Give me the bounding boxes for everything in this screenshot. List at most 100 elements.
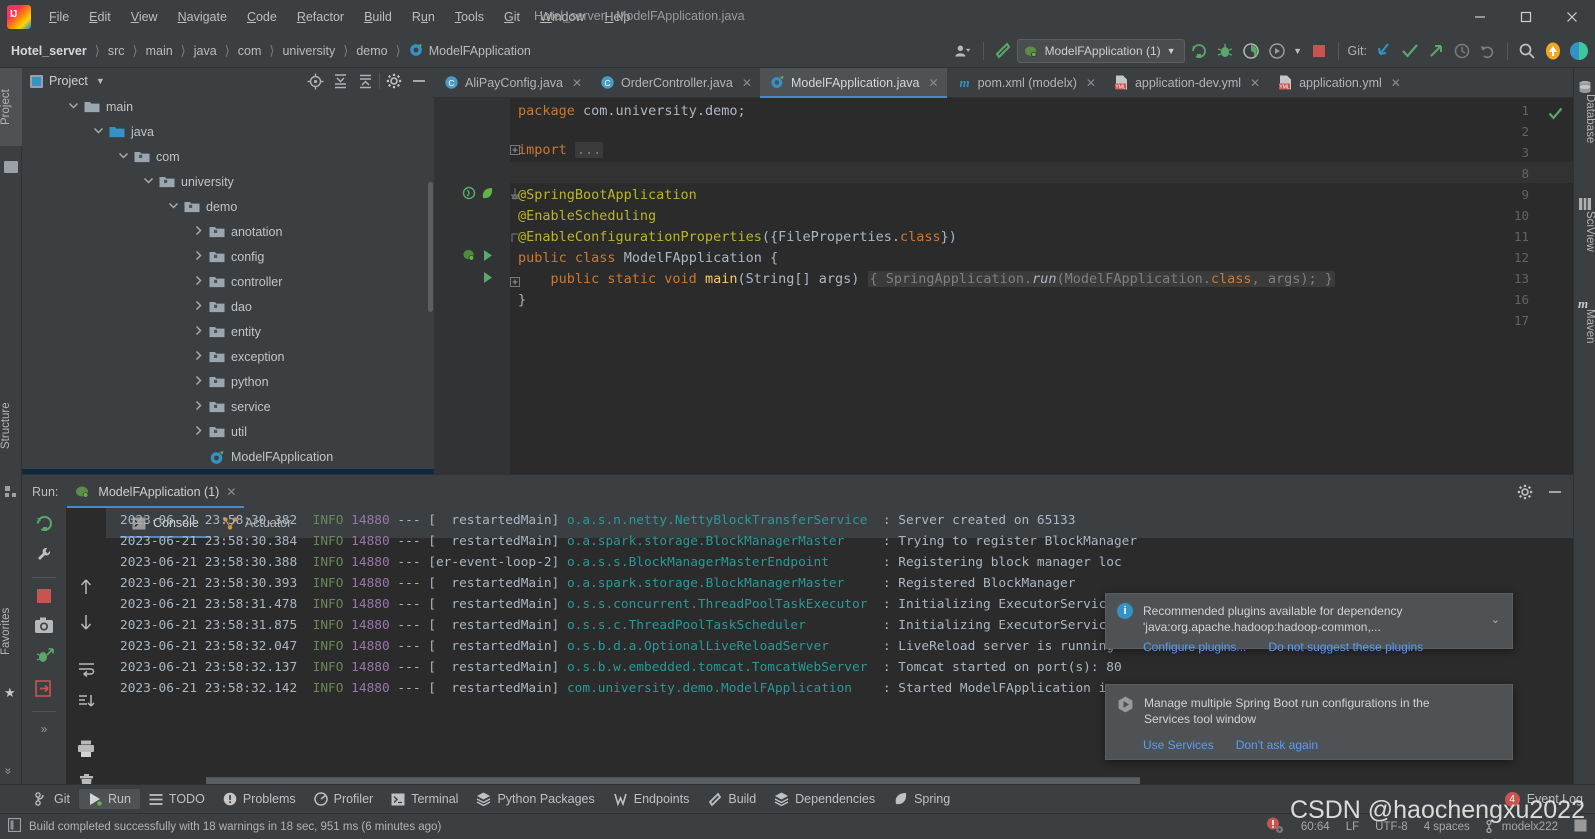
menu-navigate[interactable]: Navigate [168, 6, 237, 28]
line-separator[interactable]: LF [1346, 821, 1359, 833]
rerun-icon[interactable] [35, 514, 54, 536]
spring-bean-gutter-icon[interactable] [462, 186, 476, 204]
tree-node-demo[interactable]: demo [22, 194, 434, 219]
tree-toggle-icon[interactable] [193, 350, 206, 363]
stop-icon[interactable] [36, 588, 52, 607]
scroll-up-icon[interactable] [78, 578, 94, 599]
notification-services[interactable]: Manage multiple Spring Boot run configur… [1105, 684, 1513, 760]
scroll-from-source-icon[interactable] [304, 70, 326, 92]
gear-icon[interactable] [1513, 480, 1537, 504]
spring-config-gutter-icon[interactable] [462, 248, 477, 267]
spring-leaf-gutter-icon[interactable] [480, 186, 495, 205]
menu-run[interactable]: Run [402, 6, 445, 28]
close-icon[interactable]: ✕ [572, 76, 582, 90]
breadcrumb-item-project[interactable]: Hotel_server [8, 42, 90, 60]
tool-window-structure[interactable]: Structure [0, 383, 22, 469]
tree-node-controller[interactable]: controller [22, 269, 434, 294]
tree-toggle-icon[interactable] [118, 150, 131, 163]
menu-tools[interactable]: Tools [445, 6, 494, 28]
scroll-down-icon[interactable] [78, 613, 94, 634]
file-encoding[interactable]: UTF-8 [1375, 821, 1408, 833]
menu-file[interactable]: File [39, 6, 79, 28]
event-log-group[interactable]: 4Event Log [1505, 792, 1595, 807]
camera-snapshot-icon[interactable] [34, 617, 54, 637]
close-icon[interactable]: ✕ [1391, 76, 1401, 90]
tree-node-java[interactable]: java [22, 119, 434, 144]
tool-window-project[interactable]: Project [0, 68, 22, 146]
chevron-down-icon[interactable]: ▼ [96, 76, 105, 86]
editor-tab-modelfapplication-java[interactable]: ModelFApplication.java✕ [760, 68, 947, 97]
tree-node-com[interactable]: com [22, 144, 434, 169]
tree-node-util[interactable]: util [22, 419, 434, 444]
tree-node-dao[interactable]: dao [22, 294, 434, 319]
minimize-button[interactable] [1457, 0, 1503, 34]
tree-toggle-icon[interactable] [68, 100, 81, 113]
debug-button[interactable] [1213, 39, 1237, 63]
ide-feature-icon[interactable] [1567, 39, 1591, 63]
run-config-tab[interactable]: ModelFApplication (1) ✕ [67, 475, 244, 508]
tree-toggle-icon[interactable] [193, 325, 206, 338]
tree-node-exception[interactable]: exception [22, 344, 434, 369]
menu-code[interactable]: Code [237, 6, 287, 28]
breadcrumb-item-src[interactable]: src [105, 42, 128, 60]
menu-edit[interactable]: Edit [79, 6, 121, 28]
git-push-icon[interactable] [1424, 39, 1448, 63]
tree-toggle-icon[interactable] [193, 275, 206, 288]
hide-panel-icon[interactable] [1543, 480, 1567, 504]
menu-refactor[interactable]: Refactor [287, 6, 354, 28]
bottom-tool-problems[interactable]: Problems [214, 789, 305, 809]
run-button[interactable] [1187, 39, 1211, 63]
print-icon[interactable] [77, 740, 95, 760]
close-icon[interactable]: ✕ [1250, 76, 1260, 90]
tree-toggle-icon[interactable] [193, 375, 206, 388]
breadcrumb-item-java[interactable]: java [191, 42, 220, 60]
close-icon[interactable]: ✕ [742, 76, 752, 90]
dont-ask-again-link[interactable]: Don't ask again [1236, 738, 1318, 752]
breadcrumb-item-university[interactable]: university [279, 42, 338, 60]
do-not-suggest-plugins-link[interactable]: Do not suggest these plugins [1268, 640, 1423, 654]
bottom-tool-profiler[interactable]: Profiler [305, 789, 383, 809]
search-icon[interactable] [1515, 39, 1539, 63]
inspection-ok-icon[interactable] [1548, 106, 1563, 125]
build-hammer-icon[interactable] [991, 39, 1015, 63]
stop-button[interactable] [1307, 39, 1331, 63]
close-icon[interactable]: ✕ [1086, 76, 1096, 90]
bottom-tool-bar[interactable]: GitRunTODOProblemsProfilerTerminalPython… [0, 784, 1595, 813]
tree-toggle-icon[interactable] [93, 125, 106, 138]
editor-gutter[interactable] [434, 98, 510, 474]
profile-button[interactable] [1265, 39, 1289, 63]
hide-panel-icon[interactable] [408, 70, 430, 92]
tool-window-favorites[interactable]: Favorites [0, 588, 22, 674]
close-icon[interactable]: ✕ [226, 485, 236, 499]
memory-indicator[interactable] [1574, 819, 1587, 835]
editor-tab-application-yml[interactable]: YMLapplication.yml✕ [1268, 68, 1409, 97]
run-with-coverage-button[interactable] [1239, 39, 1263, 63]
breadcrumb-item-main[interactable]: main [143, 42, 176, 60]
editor-tab-alipayconfig-java[interactable]: CAliPayConfig.java✕ [434, 68, 590, 97]
chevron-down-icon[interactable]: ⌄ [1491, 613, 1500, 626]
project-tree-scrollbar[interactable] [428, 182, 433, 312]
tree-toggle-icon[interactable] [193, 300, 206, 313]
tree-toggle-icon[interactable] [193, 250, 206, 263]
indent-setting[interactable]: 4 spaces [1424, 821, 1470, 833]
bottom-tool-build[interactable]: Build [698, 789, 765, 810]
more-actions-icon[interactable]: » [41, 722, 48, 736]
bottom-tool-python-packages[interactable]: Python Packages [467, 789, 603, 809]
configure-plugins-link[interactable]: Configure plugins... [1143, 640, 1246, 654]
chevron-down-icon[interactable]: ▼ [1291, 39, 1305, 63]
breadcrumb-item-com[interactable]: com [235, 42, 265, 60]
tree-node-university[interactable]: university [22, 169, 434, 194]
bottom-tool-terminal[interactable]: Terminal [382, 789, 467, 809]
tree-toggle-icon[interactable] [143, 175, 156, 188]
exit-icon[interactable] [35, 679, 54, 701]
tree-node-config[interactable]: config [22, 244, 434, 269]
expand-all-icon[interactable] [329, 70, 351, 92]
editor-tab-application-dev-yml[interactable]: YMLapplication-dev.yml✕ [1104, 68, 1268, 97]
user-avatar-icon[interactable] [952, 39, 976, 63]
git-update-icon[interactable] [1372, 39, 1396, 63]
bottom-tool-spring[interactable]: Spring [884, 789, 959, 809]
notification-plugins[interactable]: i Recommended plugins available for depe… [1105, 593, 1513, 649]
bottom-tool-git[interactable]: Git [26, 789, 79, 809]
code-editor[interactable]: 12389101112131617 [434, 98, 1573, 474]
run-gutter-icon[interactable] [482, 249, 494, 266]
